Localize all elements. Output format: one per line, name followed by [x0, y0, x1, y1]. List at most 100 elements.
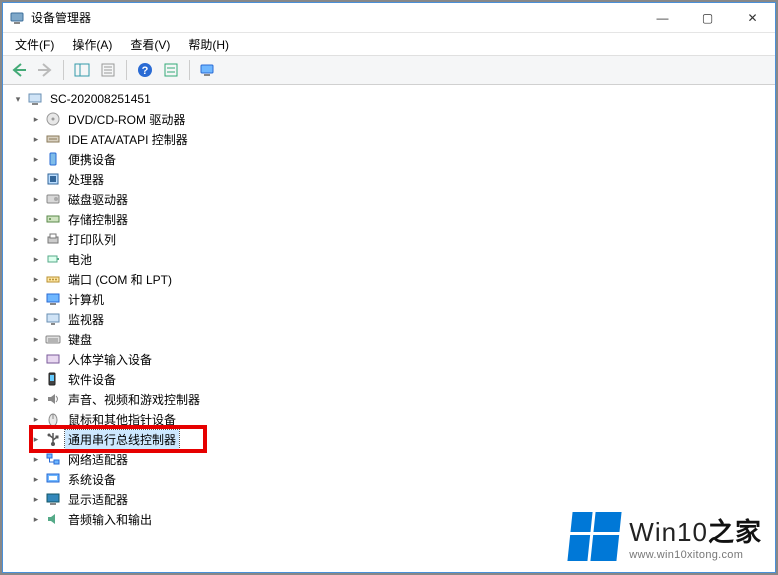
- tree-item[interactable]: ▸ 监视器: [7, 309, 775, 329]
- menu-help[interactable]: 帮助(H): [182, 34, 235, 55]
- arrow-left-icon: [11, 62, 27, 78]
- expander-open-icon[interactable]: ▾: [11, 92, 25, 106]
- tree-item-label: DVD/CD-ROM 驱动器: [65, 110, 188, 129]
- help-button[interactable]: ?: [133, 58, 157, 82]
- network-icon: [45, 451, 61, 467]
- expander-closed-icon[interactable]: ▸: [29, 432, 43, 446]
- hid-icon: [45, 351, 61, 367]
- expander-closed-icon[interactable]: ▸: [29, 272, 43, 286]
- tree-item[interactable]: ▸ IDE ATA/ATAPI 控制器: [7, 129, 775, 149]
- expander-closed-icon[interactable]: ▸: [29, 152, 43, 166]
- expander-closed-icon[interactable]: ▸: [29, 452, 43, 466]
- app-icon: [9, 10, 25, 26]
- tree-item[interactable]: ▸显示适配器: [7, 489, 775, 509]
- menu-action[interactable]: 操作(A): [66, 34, 118, 55]
- panel-icon: [74, 62, 90, 78]
- audio-icon: [45, 511, 61, 527]
- expander-closed-icon[interactable]: ▸: [29, 252, 43, 266]
- expander-closed-icon[interactable]: ▸: [29, 392, 43, 406]
- tree-item[interactable]: ▸ 软件设备: [7, 369, 775, 389]
- ide-icon: [45, 131, 61, 147]
- tree-item[interactable]: ▸ 电池: [7, 249, 775, 269]
- menu-file[interactable]: 文件(F): [9, 34, 60, 55]
- properties-button[interactable]: [96, 58, 120, 82]
- tree-item[interactable]: ▸ 便携设备: [7, 149, 775, 169]
- mouse-icon: [45, 411, 61, 427]
- svg-text:?: ?: [142, 65, 149, 77]
- expander-closed-icon[interactable]: ▸: [29, 512, 43, 526]
- back-button[interactable]: [7, 58, 31, 82]
- expander-closed-icon[interactable]: ▸: [29, 192, 43, 206]
- menu-view[interactable]: 查看(V): [124, 34, 176, 55]
- tree-item[interactable]: ▸ 处理器: [7, 169, 775, 189]
- expander-closed-icon[interactable]: ▸: [29, 492, 43, 506]
- expander-closed-icon[interactable]: ▸: [29, 312, 43, 326]
- computer-icon: [45, 291, 61, 307]
- tree-item-label: 存储控制器: [65, 210, 131, 229]
- tree-item[interactable]: ▸鼠标和其他指针设备: [7, 409, 775, 429]
- tree-item-label: 端口 (COM 和 LPT): [65, 270, 175, 289]
- disc-icon: [45, 111, 61, 127]
- expander-closed-icon[interactable]: ▸: [29, 232, 43, 246]
- show-hide-tree-button[interactable]: [70, 58, 94, 82]
- tree-item-label: 电池: [65, 250, 95, 269]
- expander-closed-icon[interactable]: ▸: [29, 332, 43, 346]
- scan-hardware-button[interactable]: [196, 58, 220, 82]
- tree-item[interactable]: ▸ 键盘: [7, 329, 775, 349]
- tree-item[interactable]: ▸ 音频输入和输出: [7, 509, 775, 529]
- tree-item[interactable]: ▸ 系统设备: [7, 469, 775, 489]
- battery-icon: [45, 251, 61, 267]
- display-icon: [45, 491, 61, 507]
- tree-item[interactable]: ▸ 端口 (COM 和 LPT): [7, 269, 775, 289]
- arrow-right-icon: [37, 62, 53, 78]
- action-list-button[interactable]: [159, 58, 183, 82]
- tree-item[interactable]: ▸ 人体学输入设备: [7, 349, 775, 369]
- tree-item-label: 系统设备: [65, 470, 119, 489]
- forward-button[interactable]: [33, 58, 57, 82]
- tree-item-label: 磁盘驱动器: [65, 190, 131, 209]
- expander-closed-icon[interactable]: ▸: [29, 292, 43, 306]
- tree-item[interactable]: ▸打印队列: [7, 229, 775, 249]
- usb-icon: [45, 431, 61, 447]
- expander-closed-icon[interactable]: ▸: [29, 112, 43, 126]
- tree-root-node[interactable]: ▾ SC-202008251451: [7, 89, 775, 109]
- tree-item[interactable]: ▸声音、视频和游戏控制器: [7, 389, 775, 409]
- expander-closed-icon[interactable]: ▸: [29, 412, 43, 426]
- toolbar: ?: [3, 55, 775, 85]
- expander-closed-icon[interactable]: ▸: [29, 372, 43, 386]
- tree-item[interactable]: ▸ 存储控制器: [7, 209, 775, 229]
- monitor-scan-icon: [200, 62, 216, 78]
- tree-item[interactable]: ▸ 磁盘驱动器: [7, 189, 775, 209]
- tree-item-label: 计算机: [65, 290, 107, 309]
- tree-item-label: 监视器: [65, 310, 107, 329]
- tree-item-label: 便携设备: [65, 150, 119, 169]
- close-button[interactable]: ✕: [730, 3, 775, 33]
- device-manager-window: 设备管理器 — ▢ ✕ 文件(F) 操作(A) 查看(V) 帮助(H) ?: [2, 2, 776, 573]
- expander-closed-icon[interactable]: ▸: [29, 212, 43, 226]
- system-icon: [45, 471, 61, 487]
- tree-item-label: 键盘: [65, 330, 95, 349]
- tree-item-label: 软件设备: [65, 370, 119, 389]
- minimize-button[interactable]: —: [640, 3, 685, 33]
- tree-item[interactable]: ▸通用串行总线控制器: [7, 429, 775, 449]
- portable-icon: [45, 151, 61, 167]
- expander-closed-icon[interactable]: ▸: [29, 352, 43, 366]
- software-icon: [45, 371, 61, 387]
- printer-icon: [45, 231, 61, 247]
- keyboard-icon: [45, 331, 61, 347]
- tree-item-label: IDE ATA/ATAPI 控制器: [65, 130, 191, 149]
- disk-icon: [45, 191, 61, 207]
- tree-item[interactable]: ▸ 计算机: [7, 289, 775, 309]
- expander-closed-icon[interactable]: ▸: [29, 172, 43, 186]
- list-icon: [163, 62, 179, 78]
- tree-item-label: 音频输入和输出: [65, 510, 155, 529]
- tree-item-label: 人体学输入设备: [65, 350, 155, 369]
- tree-item[interactable]: ▸网络适配器: [7, 449, 775, 469]
- expander-closed-icon[interactable]: ▸: [29, 132, 43, 146]
- expander-closed-icon[interactable]: ▸: [29, 472, 43, 486]
- tree-item[interactable]: ▸ DVD/CD-ROM 驱动器: [7, 109, 775, 129]
- tree-item-label: 处理器: [65, 170, 107, 189]
- device-tree[interactable]: ▾ SC-202008251451 ▸ DVD/CD-ROM 驱动器 ▸ IDE AT…: [3, 85, 775, 572]
- toolbar-separator: [189, 60, 190, 80]
- maximize-button[interactable]: ▢: [685, 3, 730, 33]
